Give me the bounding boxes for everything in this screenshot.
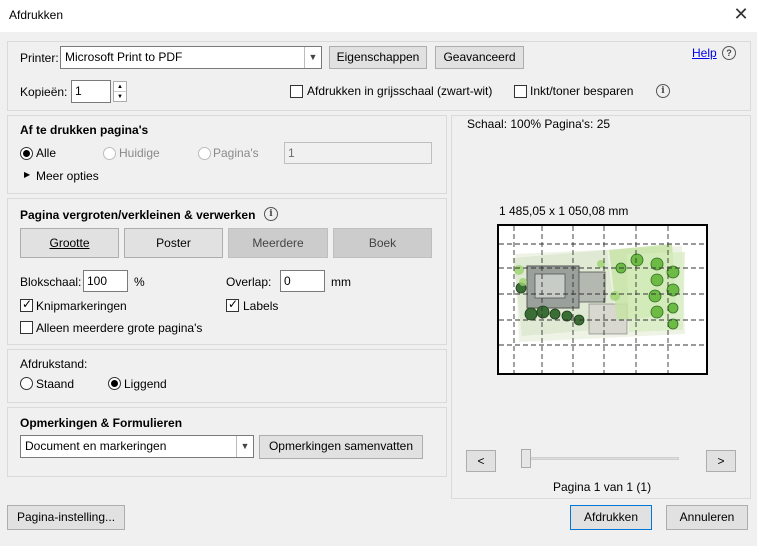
tile-scale-label: Blokschaal: (20, 275, 82, 289)
site-plan-drawing (513, 244, 685, 342)
preview-dimensions: 1 485,05 x 1 050,08 mm (499, 204, 629, 218)
prev-page-button[interactable]: < (466, 450, 496, 472)
tab-grootte-label: Grootte (49, 236, 90, 250)
large-only-label: Alleen meerdere grote pagina's (36, 321, 203, 335)
pages-range-label: Pagina's (213, 146, 259, 160)
page-indicator: Pagina 1 van 1 (1) (553, 480, 652, 494)
cut-marks-checkbox[interactable] (20, 297, 33, 312)
stepper-up-icon[interactable]: ▲ (114, 82, 126, 92)
properties-button[interactable]: Eigenschappen (329, 46, 427, 69)
page-preview (497, 224, 708, 375)
pages-range-radio[interactable] (198, 147, 211, 160)
tab-poster[interactable]: Poster (124, 228, 223, 258)
help-link[interactable]: Help (692, 46, 717, 60)
cut-marks-label: Knipmarkeringen (36, 299, 127, 313)
page-setup-button[interactable]: Pagina-instelling... (7, 505, 125, 530)
overlap-input[interactable]: 0 (280, 270, 325, 292)
comments-select[interactable]: Document en markeringen ▼ (20, 435, 254, 458)
page-slider-handle[interactable] (521, 449, 531, 468)
grayscale-checkbox[interactable] (290, 85, 303, 98)
print-button[interactable]: Afdrukken (570, 505, 652, 530)
preview-scale-text: Schaal: 100% Pagina's: 25 (467, 117, 611, 131)
tab-grootte[interactable]: Grootte (20, 228, 119, 258)
save-ink-checkbox[interactable] (514, 85, 527, 98)
pages-heading: Af te drukken pagina's (20, 123, 149, 137)
sizing-heading: Pagina vergroten/verkleinen & verwerken (20, 208, 256, 222)
chevron-down-icon: ▼ (236, 436, 253, 457)
next-page-button[interactable]: > (706, 450, 736, 472)
sizing-info-icon[interactable]: i (264, 207, 278, 221)
printer-select-value: Microsoft Print to PDF (65, 50, 183, 64)
more-options-toggle[interactable]: Meer opties (36, 169, 99, 183)
overlap-unit: mm (331, 275, 351, 289)
copies-label: Kopieën: (20, 85, 68, 99)
grayscale-label: Afdrukken in grijsschaal (zwart-wit) (307, 84, 493, 98)
landscape-label: Liggend (124, 377, 167, 391)
stepper-down-icon[interactable]: ▼ (114, 92, 126, 102)
copies-stepper[interactable]: ▲ ▼ (113, 81, 127, 102)
landscape-radio[interactable] (108, 377, 121, 390)
portrait-label: Staand (36, 377, 75, 391)
overlap-label: Overlap: (226, 275, 272, 289)
window-title: Afdrukken (9, 8, 64, 22)
chevron-down-icon: ▼ (304, 47, 321, 68)
pages-current-label: Huidige (119, 146, 160, 160)
tile-scale-unit: % (134, 275, 145, 289)
printer-select[interactable]: Microsoft Print to PDF ▼ (60, 46, 322, 69)
cancel-button[interactable]: Annuleren (666, 505, 748, 530)
save-ink-label: Inkt/toner besparen (530, 84, 634, 98)
pages-range-input[interactable]: 1 (284, 142, 432, 164)
portrait-radio[interactable] (20, 377, 33, 390)
printer-label: Printer: (20, 51, 59, 65)
close-icon[interactable]: ✕ (732, 4, 750, 24)
labels-label: Labels (243, 299, 279, 313)
info-icon[interactable]: i (656, 84, 670, 98)
pages-all-radio[interactable] (20, 147, 33, 160)
tab-boek[interactable]: Boek (333, 228, 432, 258)
help-icon[interactable]: ? (722, 46, 736, 60)
comments-heading: Opmerkingen & Formulieren (20, 416, 183, 430)
title-bar (0, 0, 757, 32)
large-only-checkbox[interactable] (20, 321, 33, 334)
expand-triangle-icon[interactable]: ▶ (24, 170, 30, 179)
advanced-button[interactable]: Geavanceerd (435, 46, 524, 69)
pages-current-radio[interactable] (103, 147, 116, 160)
page-slider-track[interactable] (523, 457, 679, 460)
labels-checkbox[interactable] (226, 297, 239, 312)
tab-meerdere[interactable]: Meerdere (228, 228, 328, 258)
copies-input[interactable]: 1 (71, 80, 111, 103)
comments-select-value: Document en markeringen (25, 439, 167, 453)
pages-all-label: Alle (36, 146, 57, 160)
orientation-heading: Afdrukstand: (20, 357, 88, 371)
summarize-comments-button[interactable]: Opmerkingen samenvatten (259, 435, 423, 459)
tile-scale-input[interactable]: 100 (83, 270, 128, 292)
